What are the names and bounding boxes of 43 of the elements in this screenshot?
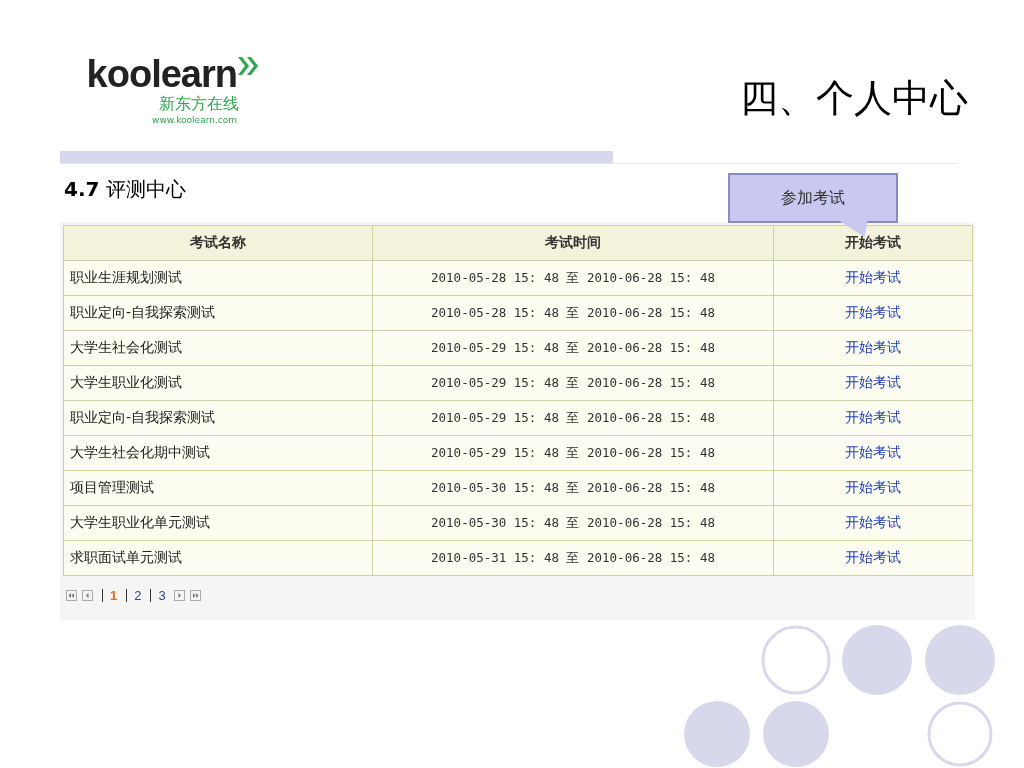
previous-page-icon[interactable] — [82, 590, 93, 601]
callout-text: 参加考试 — [781, 187, 845, 209]
exam-name-cell: 大学生职业化测试 — [63, 365, 373, 401]
start-exam-link[interactable]: 开始考试 — [845, 374, 901, 390]
start-exam-link[interactable]: 开始考试 — [845, 269, 901, 285]
page-link[interactable]: 2 — [126, 589, 142, 602]
last-page-icon[interactable] — [189, 590, 201, 601]
exam-name-cell: 项目管理测试 — [63, 470, 373, 506]
first-page-icon[interactable] — [66, 590, 77, 601]
exam-time-cell: 2010-05-29 15: 48 至 2010-06-28 15: 48 — [372, 330, 774, 366]
exam-time-cell: 2010-05-30 15: 48 至 2010-06-28 15: 48 — [372, 470, 774, 506]
exam-time-cell: 2010-05-28 15: 48 至 2010-06-28 15: 48 — [372, 260, 774, 296]
column-header: 开始考试 — [773, 225, 973, 261]
exam-name-cell: 大学生社会化期中测试 — [63, 435, 373, 471]
exam-time-cell: 2010-05-29 15: 48 至 2010-06-28 15: 48 — [372, 435, 774, 471]
start-exam-link[interactable]: 开始考试 — [845, 304, 901, 320]
exam-name-cell: 求职面试单元测试 — [63, 540, 373, 576]
start-exam-link[interactable]: 开始考试 — [845, 409, 901, 425]
slide-title: 四、个人中心 — [740, 76, 968, 120]
exam-name-cell: 大学生职业化单元测试 — [63, 505, 373, 541]
exam-time-cell: 2010-05-31 15: 48 至 2010-06-28 15: 48 — [372, 540, 774, 576]
column-header: 考试时间 — [372, 225, 774, 261]
logo-url: www.koolearn.com — [152, 114, 237, 126]
exam-time-cell: 2010-05-29 15: 48 至 2010-06-28 15: 48 — [372, 365, 774, 401]
start-exam-link[interactable]: 开始考试 — [845, 444, 901, 460]
start-exam-link[interactable]: 开始考试 — [845, 339, 901, 355]
exam-time-cell: 2010-05-29 15: 48 至 2010-06-28 15: 48 — [372, 400, 774, 436]
logo-chinese-name: 新东方在线 — [159, 94, 239, 114]
chevron-icon — [237, 56, 259, 76]
exam-name-cell: 职业生涯规划测试 — [63, 260, 373, 296]
exam-time-cell: 2010-05-30 15: 48 至 2010-06-28 15: 48 — [372, 505, 774, 541]
exam-time-cell: 2010-05-28 15: 48 至 2010-06-28 15: 48 — [372, 295, 774, 331]
exam-name-cell: 大学生社会化测试 — [63, 330, 373, 366]
exam-name-cell: 职业定向-自我探索测试 — [63, 400, 373, 436]
exam-name-cell: 职业定向-自我探索测试 — [63, 295, 373, 331]
logo-wordmark: koolearn — [86, 54, 237, 94]
start-exam-link[interactable]: 开始考试 — [845, 549, 901, 565]
start-exam-link[interactable]: 开始考试 — [845, 479, 901, 495]
page-link[interactable]: 3 — [150, 589, 166, 602]
start-exam-link[interactable]: 开始考试 — [845, 514, 901, 530]
section-heading: 4.7 评测中心 — [64, 176, 186, 202]
next-page-icon[interactable] — [173, 590, 185, 601]
column-header: 考试名称 — [63, 225, 373, 261]
